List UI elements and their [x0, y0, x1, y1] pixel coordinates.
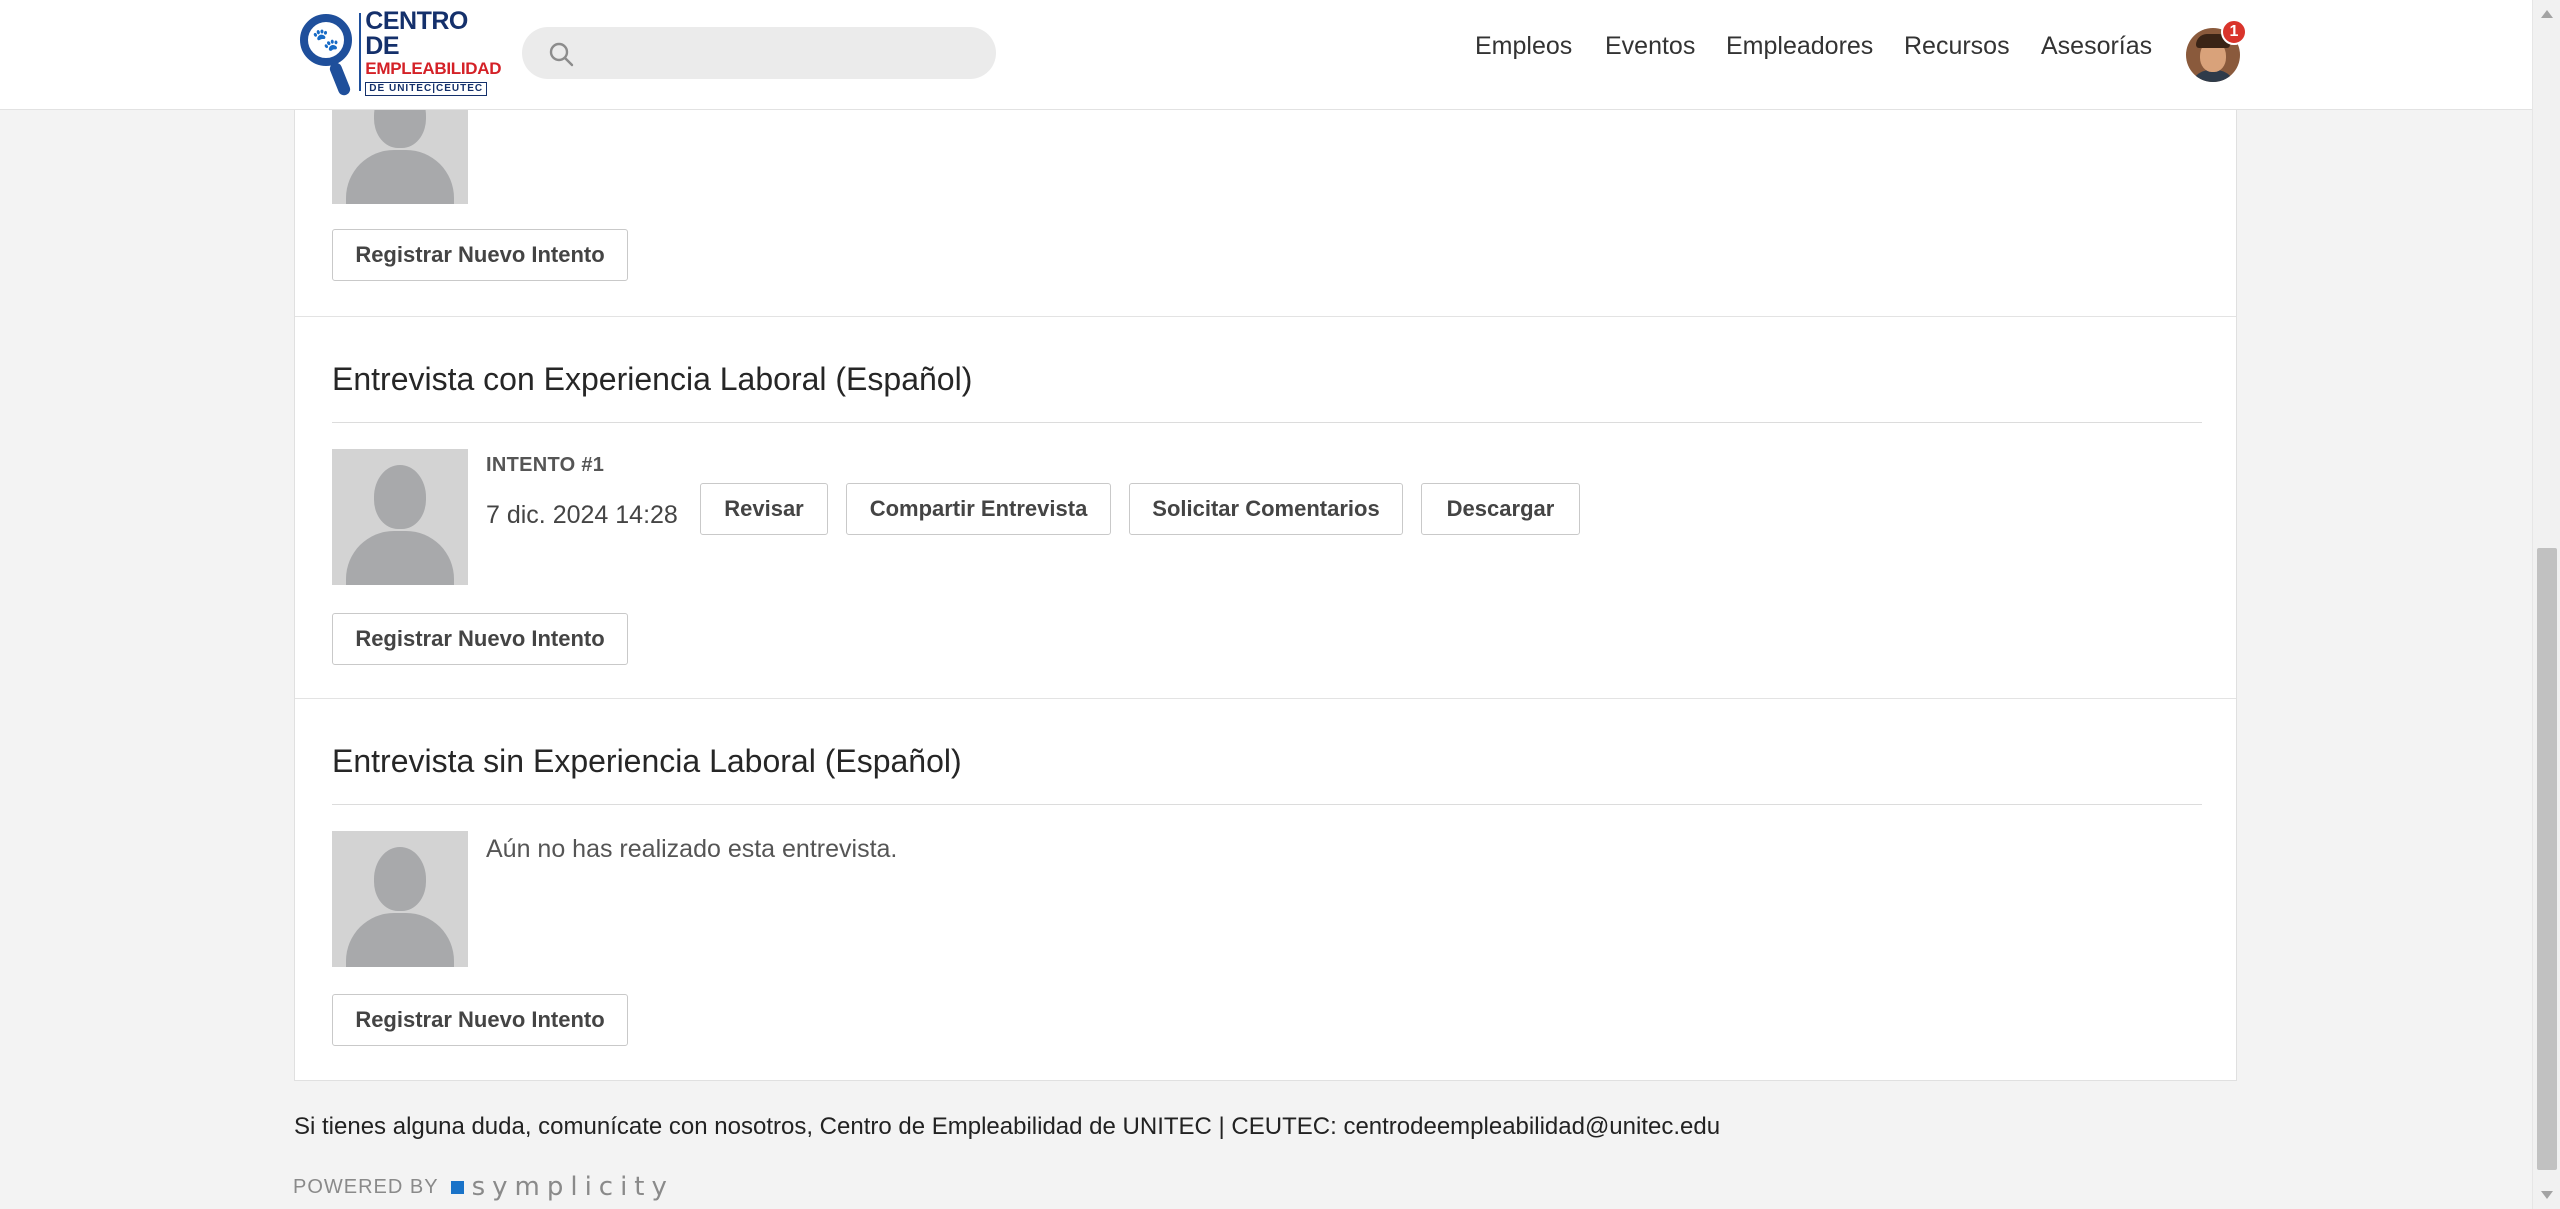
interview-list-card: Registrar Nuevo Intento Entrevista con E…	[294, 68, 2237, 1081]
page-scrollbar[interactable]	[2532, 0, 2560, 1209]
attempt-date: 7 dic. 2024 14:28	[486, 501, 678, 529]
section-divider	[332, 422, 2202, 423]
search-bar[interactable]	[522, 27, 996, 79]
symplicity-brand: symplicity	[471, 1172, 674, 1202]
request-feedback-button[interactable]: Solicitar Comentarios	[1129, 483, 1403, 535]
interview-section-con-experiencia: Entrevista con Experiencia Laboral (Espa…	[295, 316, 2236, 698]
download-button[interactable]: Descargar	[1421, 483, 1580, 535]
top-navigation-bar: 🐾 CENTRO DE EMPLEABILIDAD DE UNITEC|CEUT…	[0, 0, 2532, 110]
register-new-attempt-button[interactable]: Registrar Nuevo Intento	[332, 229, 628, 281]
interview-avatar-placeholder	[332, 831, 468, 967]
logo-divider	[359, 13, 362, 91]
notification-badge: 1	[2221, 19, 2247, 45]
nav-link-asesorias[interactable]: Asesorías	[2041, 32, 2152, 61]
scrollbar-thumb[interactable]	[2537, 548, 2557, 1170]
register-new-attempt-button[interactable]: Registrar Nuevo Intento	[332, 994, 628, 1046]
empty-state-message: Aún no has realizado esta entrevista.	[486, 835, 898, 863]
footer-contact-text: Si tienes alguna duda, comunícate con no…	[294, 1113, 1721, 1140]
interview-avatar-placeholder	[332, 449, 468, 585]
search-icon	[549, 42, 574, 67]
logo-line-2: EMPLEABILIDAD	[365, 58, 502, 78]
nav-link-empleadores[interactable]: Empleadores	[1726, 32, 1873, 61]
symplicity-square-icon	[450, 1180, 464, 1194]
nav-link-eventos[interactable]: Eventos	[1605, 32, 1695, 61]
section-divider	[332, 804, 2202, 805]
nav-link-recursos[interactable]: Recursos	[1904, 32, 2010, 61]
magnifier-paw-icon: 🐾	[298, 8, 357, 98]
scroll-down-arrow-icon[interactable]	[2541, 1191, 2553, 1199]
logo-line-3: DE UNITEC|CEUTEC	[365, 81, 488, 96]
share-interview-button[interactable]: Compartir Entrevista	[846, 483, 1111, 535]
logo-line-1: CENTRO DE	[365, 6, 468, 60]
review-button[interactable]: Revisar	[700, 483, 828, 535]
powered-by-label: POWERED BY	[293, 1175, 439, 1198]
centro-empleabilidad-logo[interactable]: 🐾 CENTRO DE EMPLEABILIDAD DE UNITEC|CEUT…	[298, 6, 502, 98]
attempt-label: INTENTO #1	[486, 454, 605, 476]
search-input[interactable]	[586, 33, 978, 73]
section-title: Entrevista sin Experiencia Laboral (Espa…	[332, 743, 962, 779]
scroll-up-arrow-icon[interactable]	[2541, 10, 2553, 18]
nav-link-empleos[interactable]: Empleos	[1475, 32, 1572, 61]
powered-by-symplicity[interactable]: POWERED BY symplicity	[293, 1172, 674, 1202]
section-title: Entrevista con Experiencia Laboral (Espa…	[332, 361, 973, 397]
register-new-attempt-button[interactable]: Registrar Nuevo Intento	[332, 613, 628, 665]
logo-wordmark: CENTRO DE EMPLEABILIDAD DE UNITEC|CEUTEC	[365, 6, 502, 96]
interview-section: Registrar Nuevo Intento	[295, 68, 2236, 316]
interview-section-sin-experiencia: Entrevista sin Experiencia Laboral (Espa…	[295, 698, 2236, 1081]
